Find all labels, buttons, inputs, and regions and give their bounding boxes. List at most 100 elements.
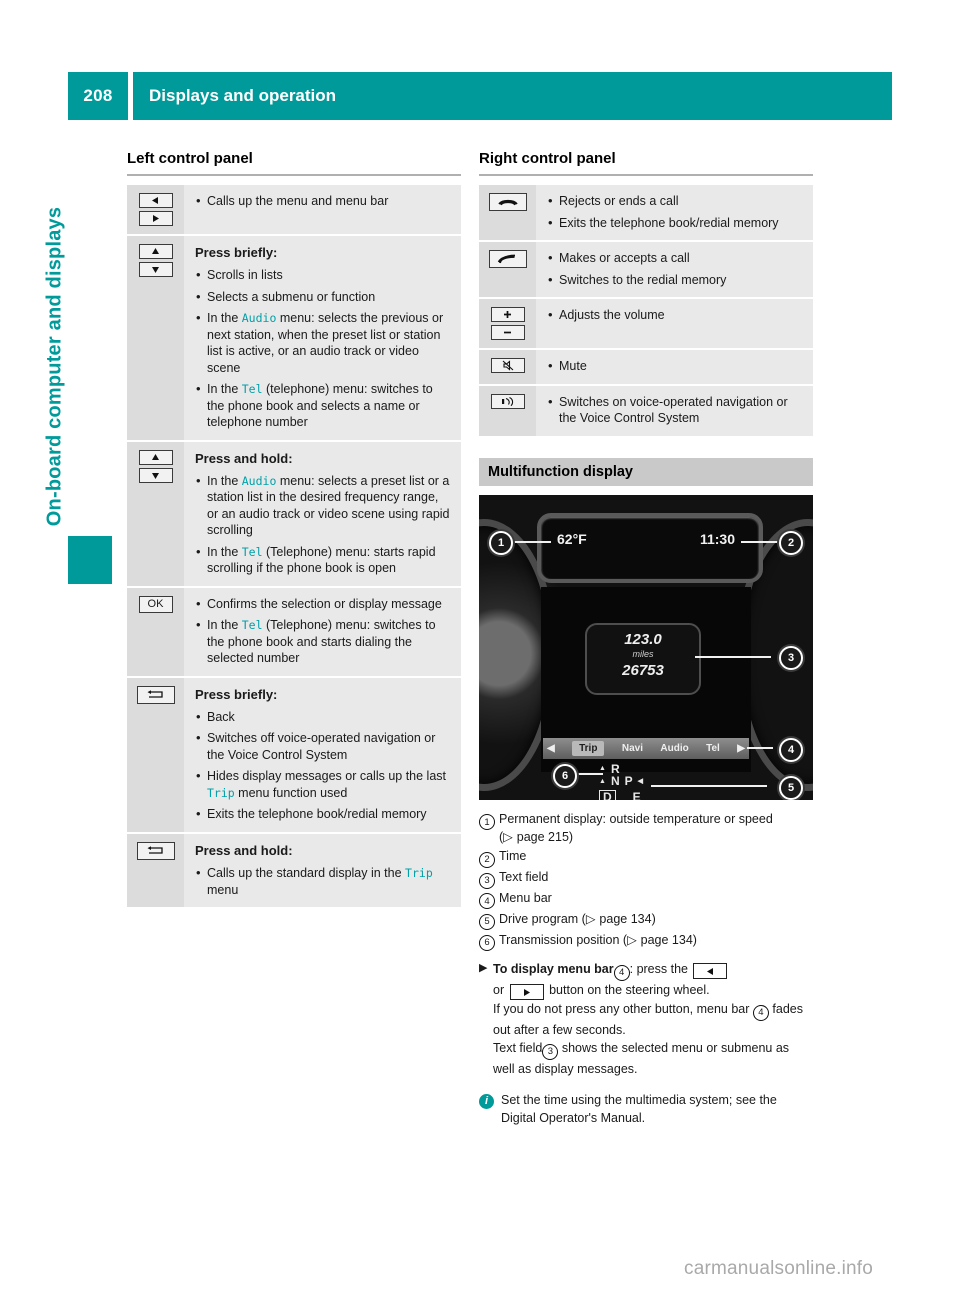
legend-text: Time [499, 849, 527, 863]
info-icon: i [479, 1094, 494, 1110]
table-row: Press and hold: Calls up the standard di… [127, 833, 461, 908]
odometer: 26753 [622, 661, 664, 679]
legend-text: Drive program (▷ page 134) [499, 911, 656, 927]
text-field: 123.0 miles 26753 [585, 622, 701, 695]
menu-scroll-right-icon[interactable]: ▶ [737, 743, 745, 754]
legend-text: Menu bar [499, 890, 552, 905]
end-call-icon[interactable] [488, 193, 527, 211]
page-ref-icon: ▷ [585, 911, 600, 927]
row-body: Makes or accepts a call Switches to the … [536, 242, 813, 297]
list-item: Calls up the standard display in the Tri… [195, 864, 451, 898]
volume-up-icon[interactable] [490, 307, 525, 322]
down-arrow-icon[interactable] [138, 467, 173, 483]
icon-cell: OK [127, 587, 184, 676]
legend-number: 2 [479, 848, 499, 868]
legend-row: 3 Text field [479, 869, 813, 889]
up-arrow-icon[interactable] [138, 449, 173, 465]
list-item: Scrolls in lists [195, 266, 451, 284]
up-arrow-icon[interactable] [138, 244, 173, 259]
legend-number: 4 [479, 890, 499, 910]
table-row: OK Confirms the selection or display mes… [127, 587, 461, 676]
legend-text: Permanent display: outside temperature o… [499, 811, 773, 845]
list-item: Exits the telephone book/redial memory [547, 214, 803, 232]
ok-button-icon[interactable]: OK [138, 595, 173, 613]
list-item: Confirms the selection or display messag… [195, 595, 451, 613]
list-item: In the Tel (Telephone) menu: switches to… [195, 616, 451, 667]
row-lead: Press and hold: [195, 450, 293, 466]
table-row: Press and hold: In the Audio menu: selec… [127, 441, 461, 586]
menu-item-audio[interactable]: Audio [660, 743, 688, 754]
icon-cell [127, 833, 184, 908]
chapter-tab-label: On-board computer and displays [43, 206, 66, 527]
multifunction-display-banner: Multifunction display [479, 457, 813, 486]
inline-callout-3: 3 [542, 1043, 559, 1060]
gear-up-marker-icon: ▲ [599, 765, 606, 773]
transmission-position-display: ▲ R ▲ N P ◀ D E [599, 762, 644, 800]
table-row: Adjusts the volume [479, 299, 813, 348]
page-title: Displays and operation [133, 72, 892, 120]
keyword-audio: Audio [241, 473, 277, 488]
menu-item-trip[interactable]: Trip [572, 740, 605, 756]
table-row: Mute [479, 350, 813, 384]
left-panel-heading: Left control panel [127, 150, 253, 167]
icon-cell [127, 185, 184, 234]
left-arrow-icon[interactable] [138, 193, 173, 208]
icon-cell [127, 677, 184, 832]
callout-line [747, 746, 773, 749]
info-note: i Set the time using the multimedia syst… [479, 1091, 813, 1127]
drive-program-e: E [632, 789, 641, 800]
instrument-cluster-image: 62°F 11:30 123.0 miles 26753 ◀ Trip Navi… [479, 494, 813, 800]
gear-left-marker-icon: ◀ [637, 777, 644, 785]
list-item: Mute [547, 357, 803, 375]
callout-3: 3 [779, 645, 803, 670]
keyword-trip: Trip [405, 866, 433, 881]
list-item: In the Audio menu: selects the previous … [195, 309, 451, 376]
accept-call-icon[interactable] [488, 250, 527, 268]
bullet-list: Switches on voice-operated navigation or… [547, 393, 803, 427]
back-button-icon[interactable] [136, 685, 175, 704]
menu-item-tel[interactable]: Tel [706, 743, 720, 754]
callout-line [651, 784, 767, 787]
legend-number: 6 [479, 931, 499, 951]
list-item: Selects a submenu or function [195, 288, 451, 306]
down-arrow-icon[interactable] [138, 262, 173, 277]
note-text: Set the time using the multimedia system… [501, 1092, 777, 1125]
callout-1: 1 [489, 530, 513, 555]
inline-callout-4: 4 [613, 964, 630, 981]
icon-cell [127, 441, 184, 586]
icon-cell [479, 385, 536, 436]
bullet-list: Scrolls in lists Selects a submenu or fu… [195, 266, 451, 431]
callout-line [575, 772, 603, 775]
list-item: Switches on voice-operated navigation or… [547, 393, 803, 427]
instruction-block: ▶ To display menu bar 4: press the or but… [479, 960, 813, 1078]
gear-p: P [624, 774, 633, 789]
back-button-icon[interactable] [136, 841, 175, 860]
left-arrow-icon[interactable] [693, 963, 728, 980]
list-item: Hides display messages or calls up the l… [195, 767, 451, 801]
table-row: Switches on voice-operated navigation or… [479, 385, 813, 436]
manual-page: 208 Displays and operation On-board comp… [0, 0, 960, 1302]
menu-item-navi[interactable]: Navi [622, 743, 643, 754]
table-row: Press briefly: Back Switches off voice-o… [127, 677, 461, 832]
page-ref-icon: ▷ [627, 932, 641, 947]
permanent-display-window [537, 512, 763, 583]
voice-control-icon[interactable] [490, 393, 525, 409]
legend-row: 4 Menu bar [479, 890, 813, 910]
right-control-panel-section: Right control panel Rejects or ends a ca… [479, 150, 813, 1127]
right-arrow-icon[interactable] [509, 984, 544, 1000]
menu-scroll-left-icon[interactable]: ◀ [547, 743, 555, 754]
menu-bar[interactable]: ◀ Trip Navi Audio Tel ▶ [543, 737, 749, 759]
right-arrow-icon[interactable] [138, 211, 173, 226]
gear-n: N [610, 774, 620, 789]
callout-line [509, 540, 551, 543]
left-control-panel-section: Left control panel Calls up the menu and… [127, 150, 461, 909]
gear-row-de: D E [599, 789, 643, 800]
mute-icon[interactable] [490, 358, 525, 373]
legend-text: Text field [499, 869, 549, 884]
bullet-list: Rejects or ends a call Exits the telepho… [547, 192, 803, 232]
volume-down-icon[interactable] [490, 325, 525, 340]
list-item: In the Audio menu: selects a preset list… [195, 472, 451, 539]
callout-2: 2 [779, 530, 803, 555]
list-item: Switches off voice-operated navigation o… [195, 729, 451, 763]
step-arrow-icon: ▶ [479, 961, 488, 974]
